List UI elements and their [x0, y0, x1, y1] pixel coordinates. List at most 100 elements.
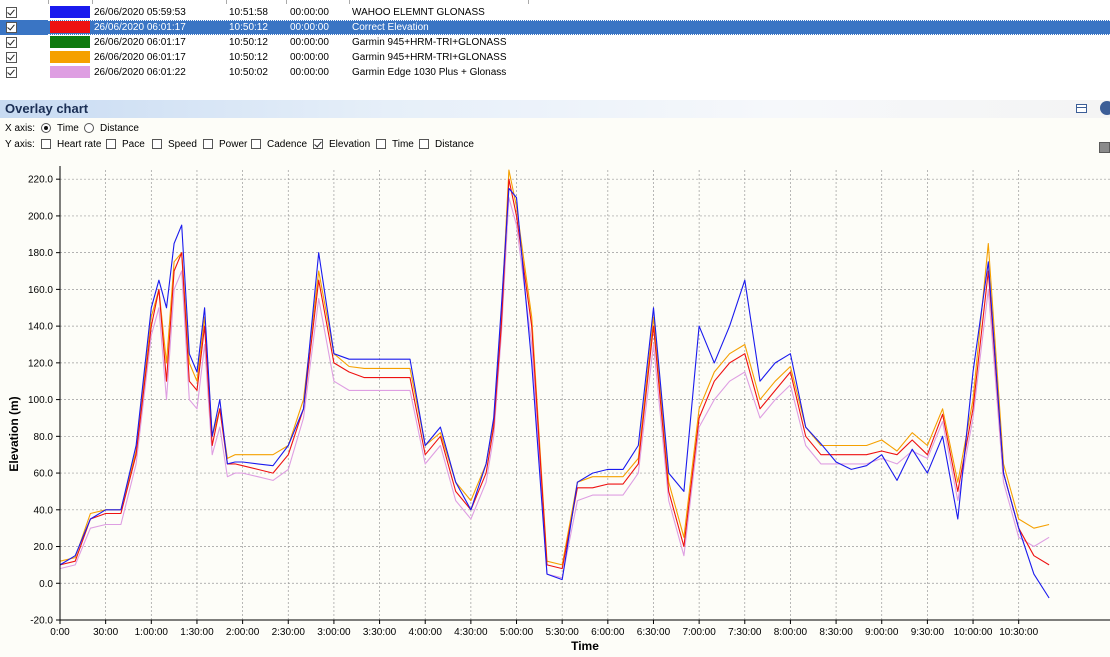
- activity-color-swatch: [50, 6, 90, 18]
- elevation-overlay-chart: -20.0 0.0 20.0 40.0 60.0 80.0 100.0 120.0 140.0 1…: [0, 158, 1110, 657]
- activity-checkbox[interactable]: [6, 37, 17, 48]
- x-tick-label: 4:00:00: [409, 627, 443, 638]
- activity-checkbox[interactable]: [6, 7, 17, 18]
- y-tick-label: 60.0: [34, 469, 54, 480]
- activity-checkbox[interactable]: [6, 22, 17, 33]
- y-axis-elevation-checkbox[interactable]: [313, 139, 323, 149]
- activity-duration: 10:50:12: [229, 37, 268, 48]
- y-axis-label: Y axis:: [5, 139, 35, 150]
- x-tick-label: 2:30:00: [272, 627, 306, 638]
- activity-row[interactable]: 26/06/2020 06:01:22 10:50:02 00:00:00 Ga…: [0, 65, 1110, 80]
- column-separator: [528, 0, 529, 4]
- column-separator: [92, 0, 93, 4]
- y-axis-cadence-label: Cadence: [267, 139, 308, 150]
- activity-row[interactable]: 26/06/2020 06:01:17 10:50:12 00:00:00 Co…: [0, 20, 1110, 35]
- activity-date: 26/06/2020 06:01:17: [94, 22, 186, 33]
- y-tick-label: 0.0: [39, 579, 53, 590]
- y-tick-label: 120.0: [28, 358, 53, 369]
- activity-row[interactable]: 26/06/2020 06:01:17 10:50:12 00:00:00 Ga…: [0, 50, 1110, 65]
- panel-title: Overlay chart: [5, 101, 89, 116]
- x-tick-label: 0:00: [50, 627, 70, 638]
- activity-date: 26/06/2020 05:59:53: [94, 7, 186, 18]
- y-axis-elevation-label: Elevation: [329, 139, 371, 150]
- x-axis-distance-radio[interactable]: [84, 123, 94, 133]
- column-separator: [286, 0, 287, 4]
- activity-row[interactable]: 26/06/2020 06:01:17 10:50:12 00:00:00 Ga…: [0, 35, 1110, 50]
- activity-duration: 10:50:12: [229, 52, 268, 63]
- x-tick-label: 8:00:00: [774, 627, 808, 638]
- column-separator: [48, 0, 49, 4]
- x-tick-label: 1:30:00: [180, 627, 214, 638]
- x-tick-label: 2:00:00: [226, 627, 260, 638]
- column-separator: [349, 0, 350, 4]
- activity-color-swatch: [50, 66, 90, 78]
- activity-date: 26/06/2020 06:01:17: [94, 37, 186, 48]
- x-axis-time-label: Time: [57, 123, 79, 134]
- activity-pause: 00:00:00: [290, 7, 329, 18]
- activity-date: 26/06/2020 06:01:22: [94, 67, 186, 78]
- restore-window-icon[interactable]: [1076, 104, 1087, 113]
- y-tick-label: 80.0: [34, 432, 54, 443]
- y-axis-options: Y axis: Heart rate Pace Speed Power Cade…: [0, 137, 1110, 153]
- x-axis-distance-label: Distance: [100, 123, 139, 134]
- y-axis-power-checkbox[interactable]: [203, 139, 213, 149]
- y-tick-label: -20.0: [30, 616, 53, 627]
- activity-name: Garmin 945+HRM-TRI+GLONASS: [352, 52, 507, 63]
- activity-pause: 00:00:00: [290, 52, 329, 63]
- y-axis-distance-label: Distance: [435, 139, 474, 150]
- activity-duration: 10:51:58: [229, 7, 268, 18]
- y-axis-heart-rate-checkbox[interactable]: [41, 139, 51, 149]
- x-axis-title: Time: [571, 639, 599, 653]
- y-axis-pace-label: Pace: [122, 139, 145, 150]
- y-tick-label: 140.0: [28, 322, 53, 333]
- activity-duration: 10:50:12: [229, 22, 268, 33]
- y-axis-time-checkbox[interactable]: [376, 139, 386, 149]
- y-axis-pace-checkbox[interactable]: [106, 139, 116, 149]
- activity-duration: 10:50:02: [229, 67, 268, 78]
- x-tick-label: 10:00:00: [954, 627, 993, 638]
- activity-pause: 00:00:00: [290, 67, 329, 78]
- x-tick-label: 3:30:00: [363, 627, 397, 638]
- x-axis-options: X axis: Time Distance: [0, 121, 1110, 137]
- activity-checkbox[interactable]: [6, 52, 17, 63]
- activity-row[interactable]: 26/06/2020 05:59:53 10:51:58 00:00:00 WA…: [0, 5, 1110, 20]
- activity-checkbox[interactable]: [6, 67, 17, 78]
- y-axis-time-label: Time: [392, 139, 414, 150]
- y-tick-label: 100.0: [28, 395, 53, 406]
- y-tick-label: 200.0: [28, 211, 53, 222]
- x-tick-label: 6:30:00: [637, 627, 671, 638]
- y-axis-cadence-checkbox[interactable]: [251, 139, 261, 149]
- activity-name: Garmin Edge 1030 Plus + Glonass: [352, 67, 507, 78]
- y-axis-speed-checkbox[interactable]: [152, 139, 162, 149]
- y-tick-label: 160.0: [28, 285, 53, 296]
- y-axis-heart-rate-label: Heart rate: [57, 139, 102, 150]
- chart-background: [0, 158, 1110, 657]
- x-tick-label: 8:30:00: [819, 627, 853, 638]
- activity-name: Correct Elevation: [352, 22, 429, 33]
- column-separator: [226, 0, 227, 4]
- y-axis-distance-checkbox[interactable]: [419, 139, 429, 149]
- activity-name: WAHOO ELEMNT GLONASS: [352, 7, 485, 18]
- x-tick-label: 3:00:00: [317, 627, 351, 638]
- x-tick-label: 6:00:00: [591, 627, 625, 638]
- x-tick-label: 7:00:00: [682, 627, 716, 638]
- activity-pause: 00:00:00: [290, 22, 329, 33]
- y-tick-label: 220.0: [28, 175, 53, 186]
- x-tick-label: 10:30:00: [999, 627, 1038, 638]
- overlay-chart-header: Overlay chart: [0, 100, 1110, 118]
- x-tick-label: 4:30:00: [454, 627, 488, 638]
- y-tick-label: 20.0: [34, 542, 54, 553]
- x-tick-label: 9:30:00: [911, 627, 945, 638]
- y-tick-label: 180.0: [28, 248, 53, 259]
- activity-color-swatch: [50, 21, 90, 33]
- y-axis-speed-label: Speed: [168, 139, 197, 150]
- y-axis-title: Elevation (m): [7, 396, 21, 471]
- close-panel-icon[interactable]: [1100, 101, 1110, 115]
- activity-date: 26/06/2020 06:01:17: [94, 52, 186, 63]
- y-axis-power-label: Power: [219, 139, 248, 150]
- save-chart-icon[interactable]: [1099, 142, 1110, 153]
- x-tick-label: 9:00:00: [865, 627, 899, 638]
- x-axis-time-radio[interactable]: [41, 123, 51, 133]
- activity-name: Garmin 945+HRM-TRI+GLONASS: [352, 37, 507, 48]
- x-axis-label: X axis:: [5, 123, 36, 134]
